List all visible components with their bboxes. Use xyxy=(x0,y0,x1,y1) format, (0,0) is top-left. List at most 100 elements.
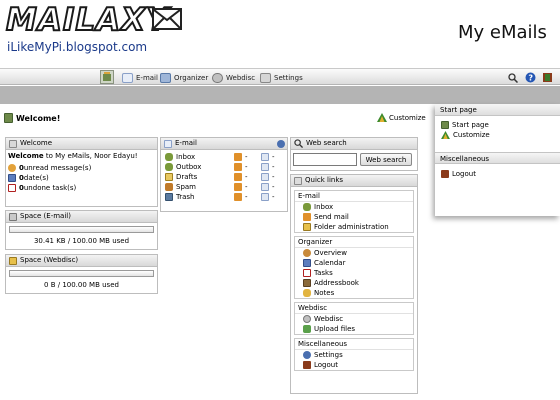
welcome-heading: Welcome! xyxy=(4,113,60,123)
web-search-input[interactable] xyxy=(293,153,357,166)
side-item-label: Customize xyxy=(453,131,490,139)
folder-row-spam[interactable]: Spam - - xyxy=(165,182,287,192)
ql-label: Tasks xyxy=(314,269,333,277)
welcome-title: Welcome! xyxy=(16,113,61,123)
envelope-icon xyxy=(261,153,269,161)
new-mail-icon xyxy=(234,153,242,161)
ql-calendar[interactable]: Calendar xyxy=(295,258,413,268)
web-search-button[interactable]: Web search xyxy=(360,153,412,166)
ql-group-title: Webdisc xyxy=(295,303,413,314)
ql-tasks[interactable]: Tasks xyxy=(295,268,413,278)
help-button[interactable]: ? xyxy=(525,71,536,84)
email-usage-text: 30.41 KB / 100.00 MB used xyxy=(33,237,130,245)
trash-icon xyxy=(165,193,173,201)
disk-icon xyxy=(9,212,17,221)
ql-webdisc[interactable]: Webdisc xyxy=(295,314,413,324)
toolbar-settings-label: Settings xyxy=(274,73,303,82)
side-item-label: Logout xyxy=(452,170,476,178)
side-menu: Start page Start page Customize Miscella… xyxy=(435,104,560,216)
envelope-icon xyxy=(261,183,269,191)
ql-overview[interactable]: Overview xyxy=(295,248,413,258)
search-icon xyxy=(294,139,303,148)
toolbar-email[interactable]: E-mail xyxy=(122,71,158,84)
new-mail-icon xyxy=(234,193,242,201)
send-mail-icon xyxy=(303,213,311,221)
folder-new-count: - xyxy=(245,163,248,171)
start-page-icon xyxy=(4,113,13,123)
folder-name: Drafts xyxy=(176,173,198,181)
folder-icon xyxy=(303,223,311,231)
ql-folder-admin[interactable]: Folder administration xyxy=(295,222,413,232)
customize-icon xyxy=(377,113,387,122)
refresh-icon[interactable] xyxy=(277,139,285,148)
email-panel-header: E-mail xyxy=(161,138,287,150)
email-icon xyxy=(164,139,172,148)
new-mail-icon xyxy=(234,173,242,181)
email-panel: E-mail Inbox - - Outbox - - Drafts - - S… xyxy=(160,137,288,212)
folder-row-trash[interactable]: Trash - - xyxy=(165,192,287,202)
folder-row-inbox[interactable]: Inbox - - xyxy=(165,152,287,162)
outbox-icon xyxy=(165,163,173,171)
side-customize[interactable]: Customize xyxy=(441,130,560,140)
stat-undone-tasks[interactable]: 0 undone task(s) xyxy=(8,183,155,193)
inbox-icon xyxy=(303,203,311,211)
folder-row-drafts[interactable]: Drafts - - xyxy=(165,172,287,182)
space-email-header: Space (E-mail) xyxy=(6,211,157,223)
ql-settings[interactable]: Settings xyxy=(295,350,413,360)
toolbar-webdisc[interactable]: Webdisc xyxy=(212,71,255,84)
new-mail-icon xyxy=(234,183,242,191)
ql-label: Inbox xyxy=(314,203,334,211)
ql-label: Upload files xyxy=(314,325,356,333)
home-button[interactable] xyxy=(100,70,114,84)
settings-icon xyxy=(260,72,271,83)
logout-button[interactable] xyxy=(542,71,553,84)
stat-unread-messages[interactable]: 0 unread message(s) xyxy=(8,163,155,173)
webdisc-icon xyxy=(303,315,311,323)
toolbar-organizer-label: Organizer xyxy=(174,73,209,82)
drafts-icon xyxy=(165,173,173,181)
ql-label: Folder administration xyxy=(314,223,389,231)
mailaxy-logo: MAILAXY xyxy=(5,1,182,40)
webdisc-usage-text: 0 B / 100.00 MB used xyxy=(44,281,119,289)
welcome-greeting-prefix: Welcome xyxy=(8,152,44,160)
tasks-icon xyxy=(303,269,311,277)
logout-icon xyxy=(303,361,311,369)
webdisc-icon xyxy=(212,72,223,83)
toolbar-organizer[interactable]: Organizer xyxy=(160,71,208,84)
side-logout[interactable]: Logout xyxy=(441,169,560,179)
quick-links-webdisc-group: Webdisc Webdisc Upload files xyxy=(294,302,414,335)
folder-total-count: - xyxy=(272,183,275,191)
folder-row-outbox[interactable]: Outbox - - xyxy=(165,162,287,172)
search-button[interactable] xyxy=(508,71,518,84)
ql-label: Addressbook xyxy=(314,279,359,287)
ql-label: Settings xyxy=(314,351,343,359)
ql-send-mail[interactable]: Send mail xyxy=(295,212,413,222)
space-email-panel: Space (E-mail) 30.41 KB / 100.00 MB used xyxy=(5,210,158,250)
organizer-icon xyxy=(160,72,171,83)
welcome-icon xyxy=(9,139,17,148)
stat-dates[interactable]: 0 date(s) xyxy=(8,173,155,183)
side-start-page[interactable]: Start page xyxy=(441,120,560,130)
ql-addressbook[interactable]: Addressbook xyxy=(295,278,413,288)
side-menu-start-title: Start page xyxy=(435,104,560,116)
envelope-icon xyxy=(261,163,269,171)
ql-label: Calendar xyxy=(314,259,346,267)
ql-notes[interactable]: Notes xyxy=(295,288,413,298)
ql-label: Webdisc xyxy=(314,315,344,323)
ql-logout[interactable]: Logout xyxy=(295,360,413,370)
webdisc-folder-icon xyxy=(9,256,17,265)
customize-link[interactable]: Customize xyxy=(377,113,426,122)
calendar-icon xyxy=(303,259,311,267)
envelope-icon xyxy=(152,8,182,30)
welcome-panel-title: Welcome xyxy=(20,139,53,147)
ql-inbox[interactable]: Inbox xyxy=(295,202,413,212)
upload-icon xyxy=(303,325,311,333)
ql-label: Send mail xyxy=(314,213,349,221)
email-usage-bar xyxy=(9,226,154,233)
folder-name: Trash xyxy=(176,193,195,201)
folder-name: Outbox xyxy=(176,163,202,171)
main-toolbar: E-mail Organizer Webdisc Settings ? xyxy=(0,68,560,85)
toolbar-settings[interactable]: Settings xyxy=(260,71,303,84)
overview-icon xyxy=(303,249,311,257)
ql-upload-files[interactable]: Upload files xyxy=(295,324,413,334)
